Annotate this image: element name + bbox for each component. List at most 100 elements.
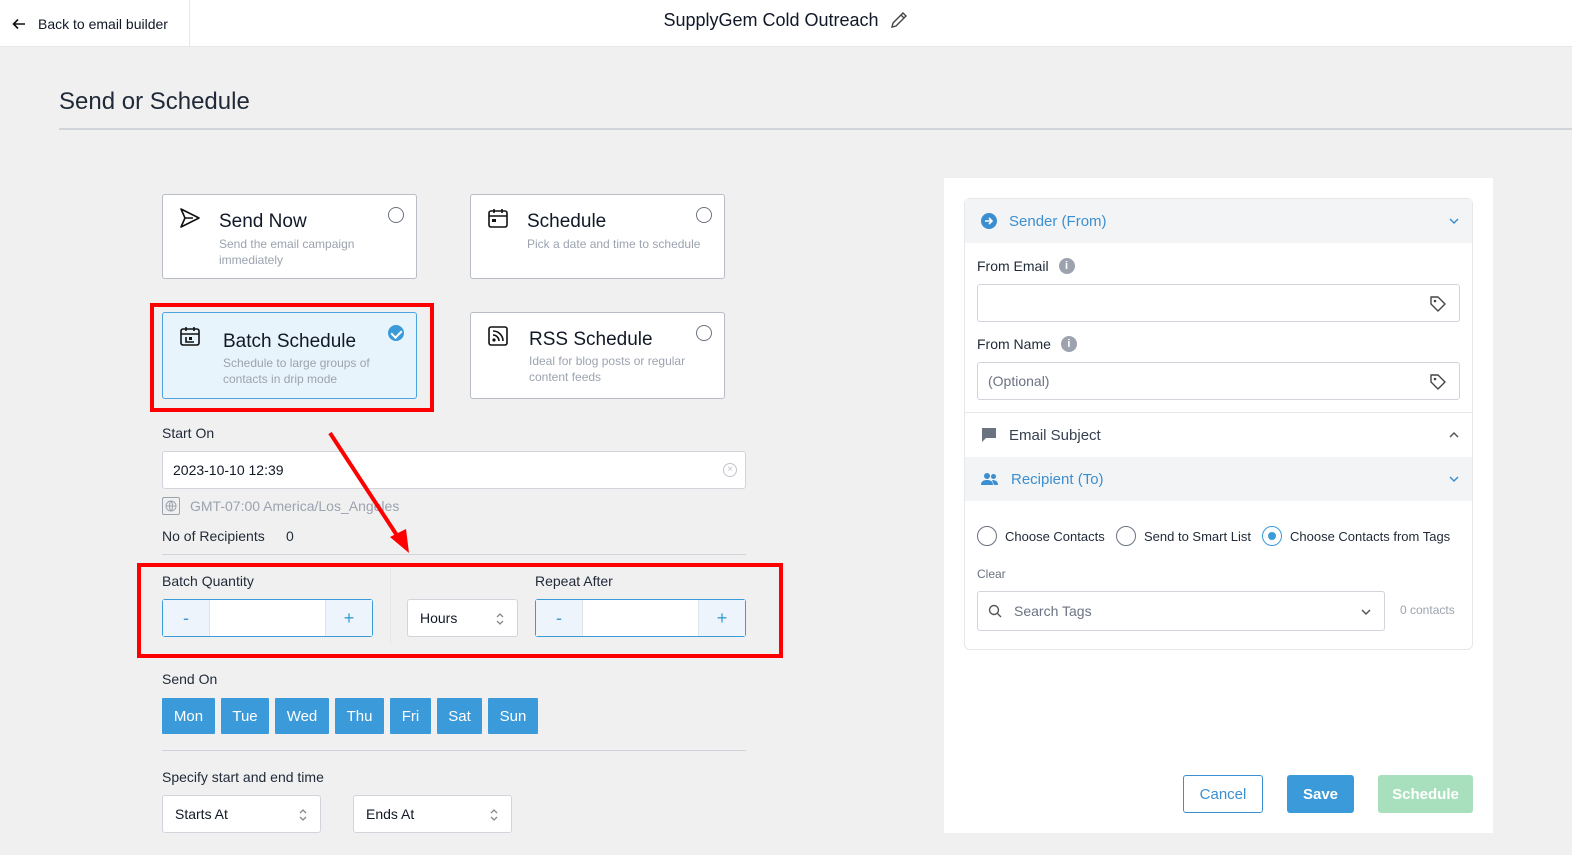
search-tags-placeholder: Search Tags [1014, 603, 1092, 619]
batch-schedule-title: Batch Schedule [223, 331, 357, 352]
batch-quantity-stepper[interactable]: - + [162, 599, 373, 637]
from-name-label-text: From Name [977, 336, 1051, 352]
chevron-down-icon [1361, 609, 1371, 616]
day-thu-button[interactable]: Thu [335, 698, 384, 734]
batch-schedule-radio[interactable] [388, 325, 404, 341]
settings-accordion: Sender (From) From Email i From Name i (… [964, 198, 1473, 650]
cancel-button[interactable]: Cancel [1183, 775, 1263, 813]
contacts-from-tags-option[interactable]: Choose Contacts from Tags [1262, 526, 1450, 546]
campaign-title: SupplyGem Cold Outreach [0, 0, 1572, 40]
repeat-after-minus-button[interactable]: - [536, 600, 582, 636]
sender-section-title: Sender (From) [1009, 212, 1107, 230]
repeat-unit-value: Hours [420, 610, 458, 626]
info-icon[interactable]: i [1060, 336, 1077, 352]
page-title: Send or Schedule [59, 88, 250, 115]
day-fri-button[interactable]: Fri [390, 698, 431, 734]
info-icon[interactable]: i [1058, 258, 1075, 274]
tag-icon[interactable] [1429, 373, 1447, 391]
campaign-name: SupplyGem Cold Outreach [663, 9, 879, 30]
recipients-label: No of Recipients [162, 528, 265, 544]
contacts-from-tags-label: Choose Contacts from Tags [1290, 528, 1451, 544]
starts-at-placeholder: Starts At [175, 806, 228, 822]
batch-quantity-minus-button[interactable]: - [163, 600, 209, 636]
timezone-row: GMT-07:00 America/Los_Angeles [162, 497, 399, 515]
from-name-label: From Name i [977, 336, 1077, 352]
email-subject-section-header[interactable]: Email Subject [965, 413, 1472, 457]
from-email-input[interactable] [977, 284, 1460, 322]
repeat-after-stepper[interactable]: - + [535, 599, 746, 637]
contacts-from-tags-radio[interactable] [1262, 526, 1282, 546]
day-sun-button[interactable]: Sun [488, 698, 538, 734]
repeat-unit-select[interactable]: Hours [407, 599, 518, 637]
from-name-input[interactable]: (Optional) [977, 362, 1460, 400]
annotation-arrow [328, 431, 409, 553]
updown-icon [299, 809, 307, 821]
batch-schedule-desc: Schedule to large groups of contacts in … [223, 356, 370, 386]
rss-schedule-option[interactable]: RSS Schedule Ideal for blog posts or reg… [470, 312, 725, 399]
calendar-icon [488, 209, 508, 228]
choose-contacts-radio[interactable] [977, 526, 997, 546]
send-now-radio[interactable] [388, 207, 404, 223]
batch-quantity-label: Batch Quantity [162, 573, 254, 589]
separator [390, 568, 391, 644]
send-on-label: Send On [162, 671, 218, 687]
contacts-count: 0 contacts [1400, 603, 1455, 617]
chevron-up-icon [1449, 431, 1459, 438]
batch-quantity-plus-button[interactable]: + [326, 600, 372, 636]
top-bar: Back to email builder SupplyGem Cold Out… [0, 0, 1572, 47]
choose-contacts-option[interactable]: Choose Contacts [977, 526, 1105, 546]
send-now-desc: Send the email campaign immediately [219, 237, 355, 267]
chevron-down-icon [1449, 476, 1459, 483]
start-on-input[interactable]: 2023-10-10 12:39 × [162, 451, 746, 489]
schedule-title: Schedule [527, 211, 607, 232]
choose-contacts-label: Choose Contacts [1005, 528, 1105, 544]
clear-icon[interactable]: × [723, 463, 737, 477]
smart-list-radio[interactable] [1116, 526, 1136, 546]
repeat-after-input[interactable] [582, 600, 699, 636]
rss-schedule-title: RSS Schedule [529, 329, 653, 350]
save-button[interactable]: Save [1287, 775, 1354, 813]
tag-icon[interactable] [1429, 295, 1447, 313]
search-icon [988, 604, 1002, 618]
sender-section-header[interactable]: Sender (From) [965, 199, 1472, 243]
batch-schedule-option[interactable]: Batch Schedule Schedule to large groups … [162, 312, 417, 399]
batch-quantity-input[interactable] [209, 600, 326, 636]
ends-at-select[interactable]: Ends At [353, 795, 512, 833]
from-name-placeholder: (Optional) [988, 373, 1050, 389]
day-sat-button[interactable]: Sat [437, 698, 482, 734]
send-now-title: Send Now [219, 211, 307, 232]
start-on-label: Start On [162, 425, 215, 441]
schedule-desc: Pick a date and time to schedule [527, 237, 701, 251]
day-wed-button[interactable]: Wed [275, 698, 329, 734]
repeat-after-plus-button[interactable]: + [699, 600, 745, 636]
smart-list-option[interactable]: Send to Smart List [1116, 526, 1251, 546]
send-icon [180, 208, 200, 228]
send-now-option[interactable]: Send Now Send the email campaign immedia… [162, 194, 417, 279]
rss-schedule-radio[interactable] [696, 325, 712, 341]
pencil-icon[interactable] [889, 10, 909, 30]
smart-list-label: Send to Smart List [1144, 528, 1251, 544]
chevron-down-icon [1449, 218, 1459, 225]
day-tue-button[interactable]: Tue [221, 698, 269, 734]
users-icon [981, 473, 998, 485]
start-on-value: 2023-10-10 12:39 [173, 462, 284, 478]
from-email-label: From Email i [977, 258, 1075, 274]
globe-icon [162, 497, 180, 515]
starts-at-select[interactable]: Starts At [162, 795, 321, 833]
email-subject-title: Email Subject [1009, 426, 1101, 444]
arrow-circle-icon [981, 213, 997, 229]
clear-link[interactable]: Clear [977, 567, 1006, 581]
recipients-count: 0 [286, 528, 294, 544]
title-divider [59, 128, 1572, 130]
schedule-radio[interactable] [696, 207, 712, 223]
day-mon-button[interactable]: Mon [162, 698, 215, 734]
rss-schedule-desc: Ideal for blog posts or regular content … [529, 354, 686, 384]
recipient-section-header[interactable]: Recipient (To) [965, 457, 1472, 501]
schedule-option[interactable]: Schedule Pick a date and time to schedul… [470, 194, 725, 279]
send-on-days: Mon Tue Wed Thu Fri Sat Sun [162, 698, 538, 734]
recipient-section-title: Recipient (To) [1011, 470, 1104, 488]
search-tags-select[interactable]: Search Tags [977, 591, 1385, 631]
schedule-button[interactable]: Schedule [1378, 775, 1473, 813]
timezone-value: GMT-07:00 America/Los_Angeles [190, 498, 400, 514]
divider [162, 750, 746, 751]
